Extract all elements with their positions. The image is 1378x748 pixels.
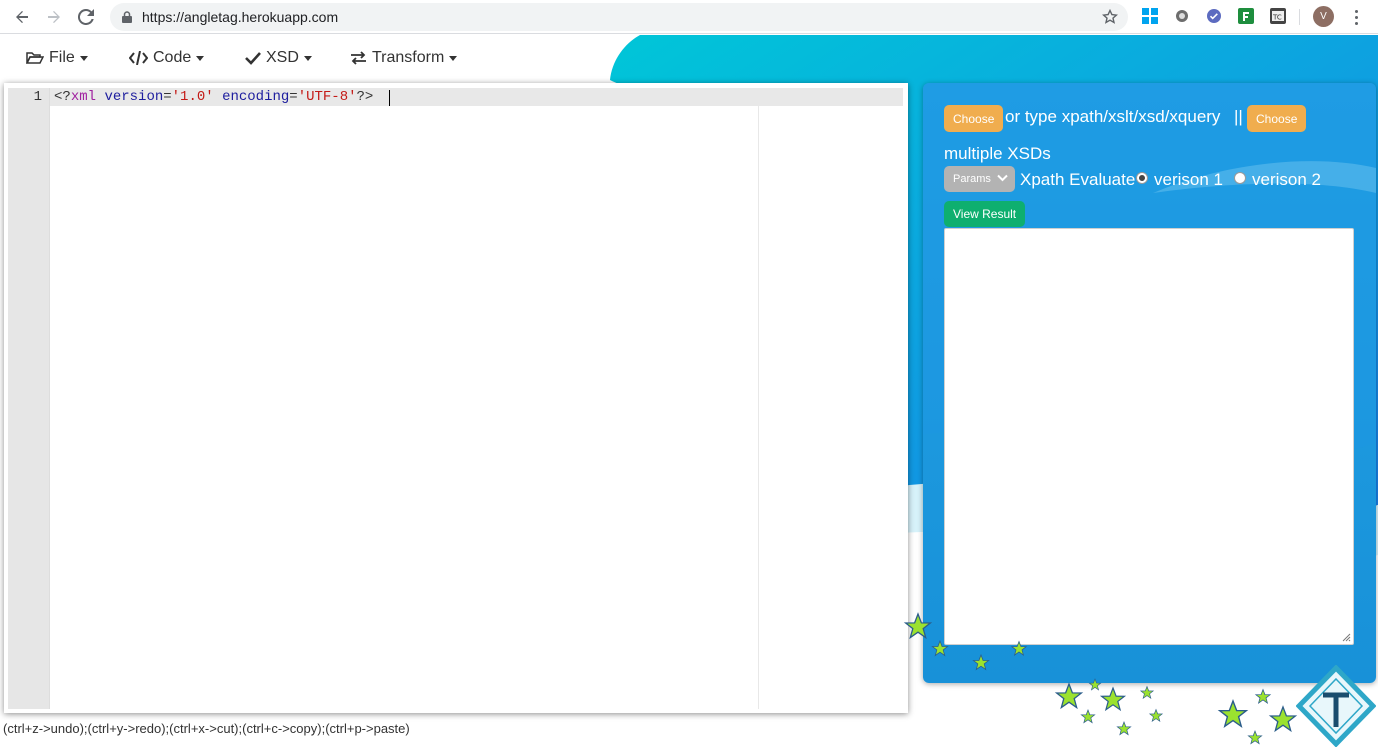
windows-extension-icon[interactable] — [1142, 8, 1160, 26]
transform-menu[interactable]: Transform — [350, 47, 458, 69]
keyboard-shortcuts-hint: (ctrl+z->undo);(ctrl+y->redo);(ctrl+x->c… — [3, 721, 410, 736]
circle-extension-icon[interactable] — [1174, 8, 1192, 26]
reload-icon[interactable] — [70, 1, 102, 33]
code-eq: = — [163, 89, 172, 105]
xsd-menu[interactable]: XSD — [245, 47, 312, 69]
chevron-down-icon — [997, 173, 1008, 185]
xsd-menu-label: XSD — [266, 49, 299, 66]
caret-down-icon — [303, 55, 312, 61]
params-dropdown[interactable]: Params — [944, 166, 1015, 192]
lock-icon — [120, 10, 134, 24]
code-icon — [129, 51, 148, 65]
code-eq: = — [289, 89, 298, 105]
code-close-bracket: ?> — [356, 89, 374, 105]
back-icon[interactable] — [6, 1, 38, 33]
file-menu[interactable]: File — [26, 47, 88, 69]
separator-text: || — [1234, 107, 1243, 126]
line-number: 1 — [33, 89, 42, 105]
code-value-encoding: 'UTF-8' — [297, 89, 357, 105]
choose-xsds-button[interactable]: Choose — [1247, 105, 1307, 132]
code-attr-version: version — [104, 89, 164, 105]
xml-editor[interactable]: 1 <?xml version='1.0' encoding='UTF-8'?> — [4, 83, 908, 713]
result-textarea[interactable] — [944, 228, 1354, 645]
browser-toolbar: https://angletag.herokuapp.com TC V — [0, 0, 1378, 34]
browser-menu-icon[interactable] — [1346, 6, 1366, 28]
type-instruction-text: or type xpath/xslt/xsd/xquery — [1005, 107, 1221, 126]
tc-extension-icon[interactable]: TC — [1270, 8, 1288, 26]
angletag-logo — [1296, 665, 1376, 747]
address-bar[interactable]: https://angletag.herokuapp.com — [110, 3, 1128, 31]
resize-grip-icon[interactable] — [1342, 633, 1351, 642]
caret-down-icon — [449, 55, 458, 61]
version2-label: verison 2 — [1252, 170, 1321, 189]
code-line[interactable]: <?xml version='1.0' encoding='UTF-8'?> — [54, 89, 373, 105]
code-menu-label: Code — [153, 49, 192, 66]
check-icon — [245, 51, 261, 65]
url-text: https://angletag.herokuapp.com — [142, 9, 339, 25]
choose-file-button[interactable]: Choose — [944, 105, 1004, 132]
version1-label: verison 1 — [1154, 170, 1223, 189]
toolbar-divider — [1299, 9, 1300, 25]
code-value-version: '1.0' — [171, 89, 214, 105]
file-menu-label: File — [49, 49, 75, 66]
forward-icon[interactable] — [38, 1, 70, 33]
caret-down-icon — [196, 55, 205, 61]
green-extension-icon[interactable] — [1238, 8, 1256, 26]
view-result-button[interactable]: View Result — [944, 201, 1026, 227]
bookmark-star-icon[interactable] — [1101, 8, 1119, 25]
code-menu[interactable]: Code — [129, 47, 205, 69]
code-open-bracket: <? — [54, 89, 71, 105]
page: File Code XSD Transform 1 <?xml version=… — [0, 35, 1378, 748]
multiple-xsds-text: multiple XSDs — [944, 144, 1051, 163]
code-attr-encoding: encoding — [222, 89, 290, 105]
version1-radio[interactable] — [1136, 172, 1148, 184]
editor-gutter — [8, 88, 50, 709]
params-label: Params — [953, 173, 991, 185]
caret-down-icon — [79, 55, 88, 61]
text-cursor — [389, 90, 390, 106]
print-margin — [758, 88, 759, 709]
exchange-icon — [350, 51, 367, 65]
svg-text:TC: TC — [1272, 14, 1282, 22]
code-tag: xml — [70, 89, 97, 105]
xpath-evaluate-text: Xpath Evaluate — [1020, 170, 1136, 189]
transform-menu-label: Transform — [372, 49, 445, 66]
profile-avatar[interactable]: V — [1313, 6, 1334, 27]
folder-open-icon — [26, 51, 44, 65]
check-extension-icon[interactable] — [1206, 8, 1224, 26]
version2-radio[interactable] — [1234, 172, 1246, 184]
xpath-panel: Choose or type xpath/xslt/xsd/xquery || … — [923, 83, 1376, 683]
